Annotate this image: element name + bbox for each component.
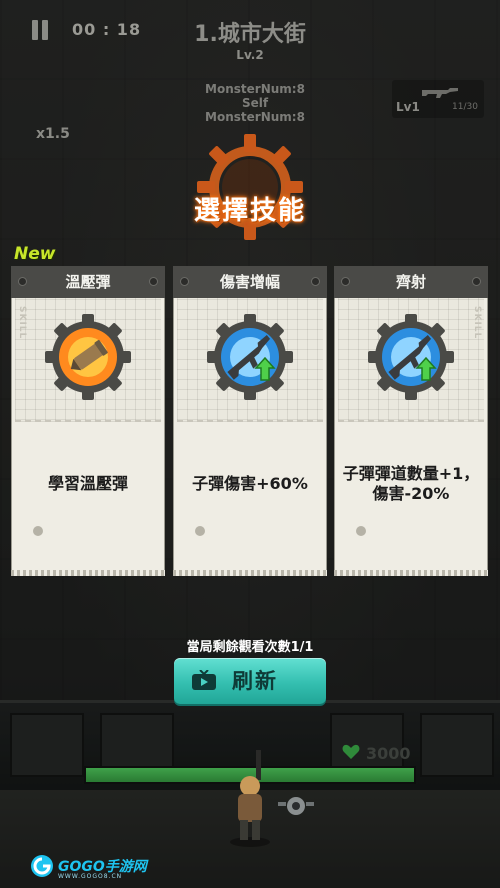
speed-multiplier[interactable]: x1.5 bbox=[36, 126, 70, 142]
rifle-upgrade-icon bbox=[368, 314, 454, 400]
skill-card-header: 齊射 bbox=[334, 266, 488, 298]
skill-card-title: 溫壓彈 bbox=[65, 273, 111, 291]
weapon-ammo: 11/30 bbox=[452, 102, 478, 112]
new-badge: New bbox=[14, 244, 56, 264]
choose-skill-heading: 選擇技能 bbox=[193, 196, 306, 226]
skill-card-description: 學習溫壓彈 bbox=[47, 474, 128, 493]
player-hp: 3000 bbox=[366, 744, 411, 763]
refresh-label: 刷新 bbox=[232, 669, 278, 693]
refresh-button[interactable]: 刷新 bbox=[174, 658, 326, 704]
skill-card-header: 傷害增幅 bbox=[173, 266, 327, 298]
skill-watermark: SKILL bbox=[472, 306, 482, 340]
gear-icon bbox=[197, 134, 303, 240]
skill-card-damage-boost[interactable]: 傷害增幅 子彈傷害+60% bbox=[173, 266, 327, 576]
skill-card-title: 傷害增幅 bbox=[219, 273, 280, 291]
monster-num: MonsterNum:8 bbox=[205, 82, 305, 96]
skill-card-description: 子彈傷害+60% bbox=[192, 474, 308, 493]
heart-icon bbox=[342, 744, 360, 759]
skill-card-header: 溫壓彈 bbox=[11, 266, 165, 298]
watermark-subtext: WWW.GOGO8.CN bbox=[58, 873, 123, 880]
stage-level: Lv.2 bbox=[236, 48, 264, 62]
drone-companion bbox=[278, 797, 314, 815]
weapon-level: Lv1 bbox=[396, 100, 420, 114]
remaining-watch-count: 當局剩餘觀看次數1/1 bbox=[186, 640, 314, 655]
rifle-icon bbox=[422, 88, 458, 98]
skill-card-thermobaric[interactable]: 溫壓彈 SKILL 學習溫壓彈 bbox=[11, 266, 165, 576]
rifle-upgrade-icon bbox=[207, 314, 293, 400]
player-character bbox=[230, 750, 270, 847]
skill-watermark: SKILL bbox=[17, 306, 27, 340]
tv-play-icon bbox=[192, 670, 216, 690]
skill-card-description: 子彈彈道數量+1，傷害-20% bbox=[342, 464, 480, 503]
self-monster-num: Self MonsterNum:8 bbox=[205, 96, 305, 124]
thermobaric-bullet-icon bbox=[45, 314, 131, 400]
skill-card-title: 齊射 bbox=[395, 273, 426, 291]
skill-card-volley[interactable]: 齊射 SKILL 子彈彈道數量+1，傷害-20% bbox=[334, 266, 488, 576]
game-screen: 00 : 18 1.城市大街 Lv.2 MonsterNum:8 Self Mo… bbox=[0, 0, 500, 888]
stage-title: 1.城市大街 bbox=[194, 22, 306, 47]
monster-count: MonsterNum:8 Self MonsterNum:8 bbox=[190, 82, 320, 124]
